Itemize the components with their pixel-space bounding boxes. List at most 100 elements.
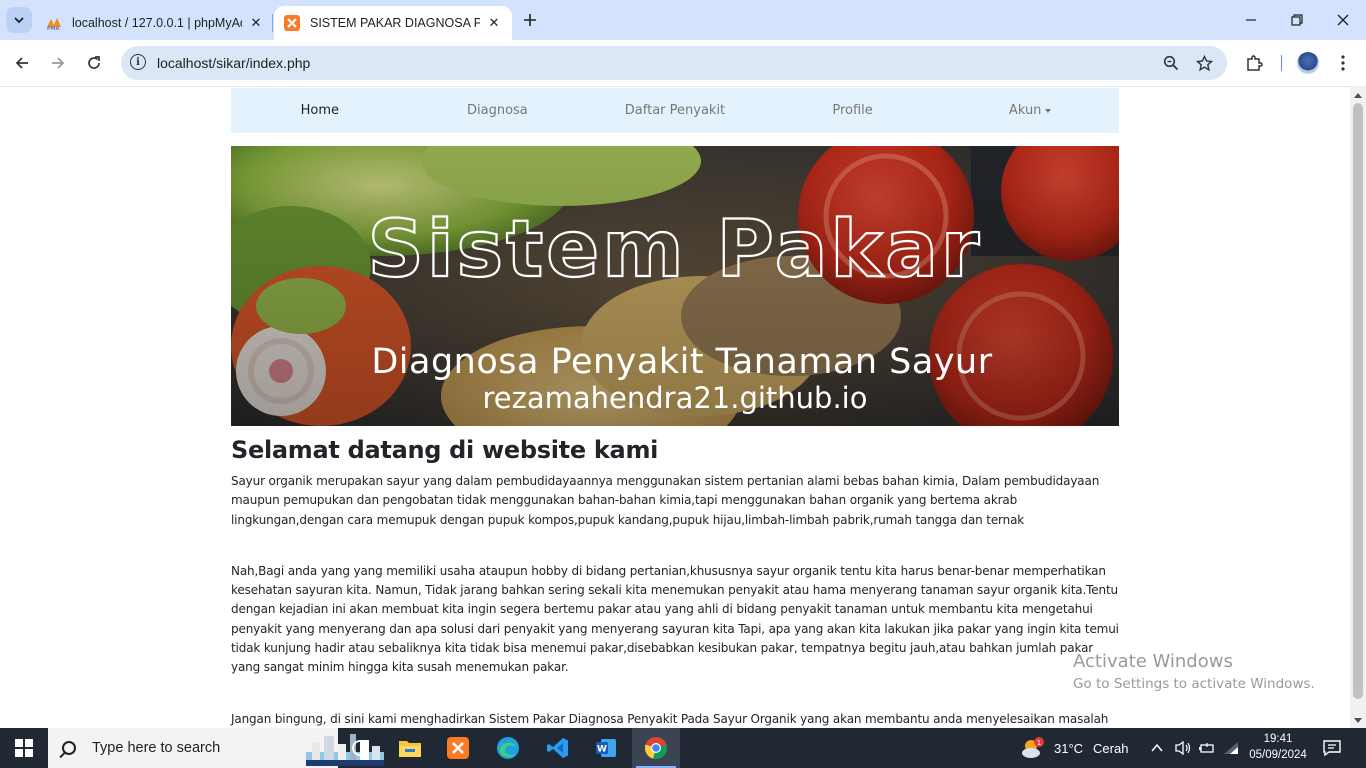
site-info-icon[interactable]: i xyxy=(130,54,146,70)
file-explorer-icon xyxy=(399,741,421,757)
word-button[interactable]: W xyxy=(582,728,630,768)
tab-title: SISTEM PAKAR DIAGNOSA PENYAKIT xyxy=(310,16,480,30)
vscode-icon xyxy=(547,738,568,758)
weather-badge: 1 xyxy=(1037,739,1041,747)
star-icon xyxy=(1195,54,1213,71)
close-icon xyxy=(1337,14,1349,26)
windows-taskbar: Type here to search W 1 31°C Cerah 19:41… xyxy=(0,728,1366,768)
zoom-icon[interactable] xyxy=(1161,53,1181,73)
browser-tab-strip: PMA localhost / 127.0.0.1 | phpMyAdmin ✕… xyxy=(0,0,1366,40)
toolbar-divider xyxy=(1281,55,1282,71)
hero-site: rezamahendra21.github.io xyxy=(483,381,868,415)
weather-temp: 31°C xyxy=(1054,740,1084,756)
close-window-button[interactable] xyxy=(1320,0,1366,40)
minimize-button[interactable] xyxy=(1228,0,1274,40)
page-scrollbar[interactable] xyxy=(1350,86,1366,728)
start-button[interactable] xyxy=(0,728,48,768)
watermark-title: Activate Windows xyxy=(1073,651,1233,672)
site-navbar: Home Diagnosa Daftar Penyakit Profile Ak… xyxy=(231,88,1119,133)
clock-date: 05/09/2024 xyxy=(1249,749,1307,761)
scroll-down-icon[interactable] xyxy=(1354,718,1362,723)
hero-title: Sistem Pakar xyxy=(368,205,983,295)
bookmark-star-icon[interactable] xyxy=(1194,53,1214,73)
speaker-icon[interactable] xyxy=(1174,740,1192,756)
browser-toolbar: i localhost/sikar/index.php xyxy=(0,40,1366,86)
chrome-icon xyxy=(644,737,667,759)
xampp-button[interactable] xyxy=(434,728,482,768)
file-explorer-button[interactable] xyxy=(386,728,434,768)
chevron-up-icon[interactable] xyxy=(1150,741,1164,755)
scrollbar-thumb[interactable] xyxy=(1353,103,1363,699)
minimize-icon xyxy=(1246,19,1256,21)
taskbar-search-placeholder: Type here to search xyxy=(92,740,221,756)
xampp-icon xyxy=(284,15,300,31)
chevron-down-icon xyxy=(14,17,24,24)
system-tray xyxy=(1150,728,1240,768)
word-icon: W xyxy=(596,739,616,757)
restore-button[interactable] xyxy=(1274,0,1320,40)
plus-icon xyxy=(524,14,536,26)
reload-button[interactable] xyxy=(80,49,108,77)
chrome-button[interactable] xyxy=(632,728,680,768)
problem-paragraph: Nah,Bagi anda yang yang memiliki usaha a… xyxy=(231,563,1119,675)
extensions-button[interactable] xyxy=(1242,51,1266,75)
taskbar-search[interactable]: Type here to search xyxy=(48,728,384,768)
svg-text:PMA: PMA xyxy=(47,26,60,31)
hero-banner: Sistem Pakar Diagnosa Penyakit Tanaman S… xyxy=(231,146,1119,426)
new-tab-button[interactable] xyxy=(518,8,542,32)
scroll-up-icon[interactable] xyxy=(1354,93,1362,98)
nav-daftar-penyakit[interactable]: Daftar Penyakit xyxy=(586,88,764,133)
address-bar[interactable]: i localhost/sikar/index.php xyxy=(121,46,1227,80)
xampp-icon xyxy=(447,737,469,759)
vscode-button[interactable] xyxy=(534,728,582,768)
tab-separator xyxy=(272,14,273,32)
page-viewport: Home Diagnosa Daftar Penyakit Profile Ak… xyxy=(0,86,1350,728)
caret-down-icon xyxy=(1045,108,1052,113)
activate-windows-watermark: Activate Windows Go to Settings to activ… xyxy=(1073,651,1315,692)
edge-icon xyxy=(497,737,519,759)
tab-search-button[interactable] xyxy=(6,7,32,33)
search-icon xyxy=(1163,55,1179,71)
close-icon[interactable]: ✕ xyxy=(486,15,502,31)
restore-icon xyxy=(1291,14,1303,26)
svg-text:W: W xyxy=(597,745,607,755)
profile-avatar[interactable] xyxy=(1297,52,1319,74)
nav-home[interactable]: Home xyxy=(231,88,409,133)
watermark-subtitle: Go to Settings to activate Windows. xyxy=(1073,676,1315,692)
hero-subtitle: Diagnosa Penyakit Tanaman Sayur xyxy=(371,342,992,382)
arrow-right-icon xyxy=(52,57,65,69)
forward-button[interactable] xyxy=(44,49,72,77)
edge-button[interactable] xyxy=(484,728,532,768)
back-button[interactable] xyxy=(8,49,36,77)
phpmyadmin-icon: PMA xyxy=(47,18,61,31)
task-view-button[interactable] xyxy=(336,728,384,768)
notification-center-button[interactable] xyxy=(1322,738,1342,758)
intro-paragraph: Sayur organik merupakan sayur yang dalam… xyxy=(231,474,1100,527)
solution-paragraph: Jangan bingung, di sini kami menghadirka… xyxy=(231,711,1109,726)
weather-widget[interactable]: 1 31°C Cerah xyxy=(1020,728,1128,768)
main-content: Selamat datang di website kami Sayur org… xyxy=(231,436,1119,728)
wifi-icon[interactable] xyxy=(1222,740,1240,756)
url-text[interactable]: localhost/sikar/index.php xyxy=(157,55,310,71)
clock-time: 19:41 xyxy=(1263,733,1293,745)
windows-logo-icon xyxy=(15,739,33,757)
menu-button[interactable] xyxy=(1331,51,1355,75)
tab-phpmyadmin[interactable]: PMA localhost / 127.0.0.1 | phpMyAdmin ✕ xyxy=(36,6,274,40)
hero-image: Sistem Pakar Diagnosa Penyakit Tanaman S… xyxy=(231,146,1119,426)
puzzle-icon xyxy=(1247,55,1263,71)
battery-icon[interactable] xyxy=(1198,740,1216,756)
close-icon[interactable]: ✕ xyxy=(248,15,264,31)
tab-sistem-pakar[interactable]: SISTEM PAKAR DIAGNOSA PENYAKIT ✕ xyxy=(274,6,512,40)
tab-title: localhost / 127.0.0.1 | phpMyAdmin xyxy=(72,16,242,30)
task-view-icon xyxy=(352,740,368,756)
nav-akun-label: Akun xyxy=(1008,103,1042,118)
nav-diagnosa[interactable]: Diagnosa xyxy=(409,88,587,133)
nav-profile[interactable]: Profile xyxy=(764,88,942,133)
reload-icon xyxy=(88,56,100,69)
taskbar-clock[interactable]: 19:41 05/09/2024 xyxy=(1246,731,1310,763)
notification-icon xyxy=(1323,740,1341,757)
nav-akun-dropdown[interactable]: Akun xyxy=(941,88,1119,133)
more-vertical-icon xyxy=(1341,55,1345,71)
welcome-heading: Selamat datang di website kami xyxy=(231,436,659,464)
search-icon xyxy=(62,741,76,755)
